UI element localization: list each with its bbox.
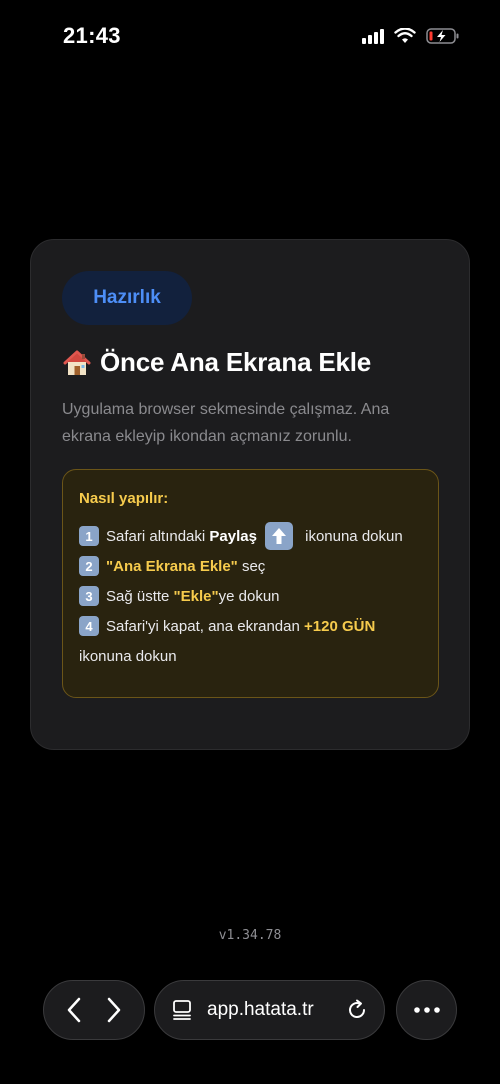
step-4-cont: ikonuna dokun	[79, 647, 177, 665]
status-icons	[362, 27, 460, 45]
url-text[interactable]: app.hatata.tr	[207, 999, 346, 1021]
step-3-bold: "Ekle"	[173, 587, 219, 605]
forward-button[interactable]	[106, 997, 122, 1023]
house-icon	[63, 350, 91, 375]
more-button[interactable]	[396, 980, 457, 1040]
title-row: Önce Ana Ekrana Ekle	[62, 347, 371, 378]
page-title: Önce Ana Ekrana Ekle	[100, 347, 372, 377]
share-icon	[264, 522, 293, 550]
tabs-icon	[173, 1000, 191, 1020]
step-2: 2 "Ana Ekrana Ekle" seç	[79, 551, 422, 581]
howto-box: Nasıl yapılır: 1 Safari altındaki Paylaş…	[62, 469, 439, 698]
status-time: 21:43	[63, 23, 121, 48]
step-1-bold: Paylaş	[209, 527, 257, 545]
onboarding-card: Hazırlık Önce Ana Ekrana Ekle Uygulama b…	[30, 239, 470, 750]
status-bar: 21:43	[0, 0, 500, 74]
signal-icon	[362, 28, 384, 44]
step-4: 4 Safari'yi kapat, ana ekrandan +120 GÜN	[79, 611, 422, 641]
step-1-post: ikonuna dokun	[300, 527, 403, 545]
more-icon	[413, 1007, 440, 1013]
back-icon	[67, 997, 81, 1023]
back-button[interactable]	[66, 997, 82, 1023]
step-4-pre: Safari'yi kapat, ana ekrandan	[106, 617, 304, 635]
forward-icon	[107, 997, 121, 1023]
address-bar[interactable]: app.hatata.tr	[154, 980, 385, 1040]
keycap-3-icon: 3	[79, 586, 99, 606]
step-2-post: seç	[237, 557, 266, 575]
step-2-bold: "Ana Ekrana Ekle"	[106, 557, 238, 575]
keycap-1-icon: 1	[79, 526, 99, 546]
step-4-bold: +120 GÜN	[304, 617, 376, 635]
step-3-post: ye dokun	[218, 587, 280, 605]
reload-icon[interactable]	[346, 999, 368, 1021]
wifi-icon	[394, 28, 416, 43]
battery-charging-icon	[426, 28, 459, 44]
keycap-4-icon: 4	[79, 616, 99, 636]
step-3-pre: Sağ üstte	[106, 587, 174, 605]
keycap-2-icon: 2	[79, 556, 99, 576]
step-1: 1 Safari altındaki Paylaş ikonuna dokun	[79, 521, 422, 551]
howto-title: Nasıl yapılır:	[79, 490, 169, 507]
nav-buttons	[43, 980, 145, 1040]
step-3: 3 Sağ üstte "Ekle" ye dokun	[79, 581, 422, 611]
status-badge: Hazırlık	[62, 271, 192, 325]
step-1-pre: Safari altındaki	[106, 527, 210, 545]
version-label: v1.34.78	[218, 928, 282, 943]
description: Uygulama browser sekmesinde çalışmaz. An…	[62, 401, 390, 445]
